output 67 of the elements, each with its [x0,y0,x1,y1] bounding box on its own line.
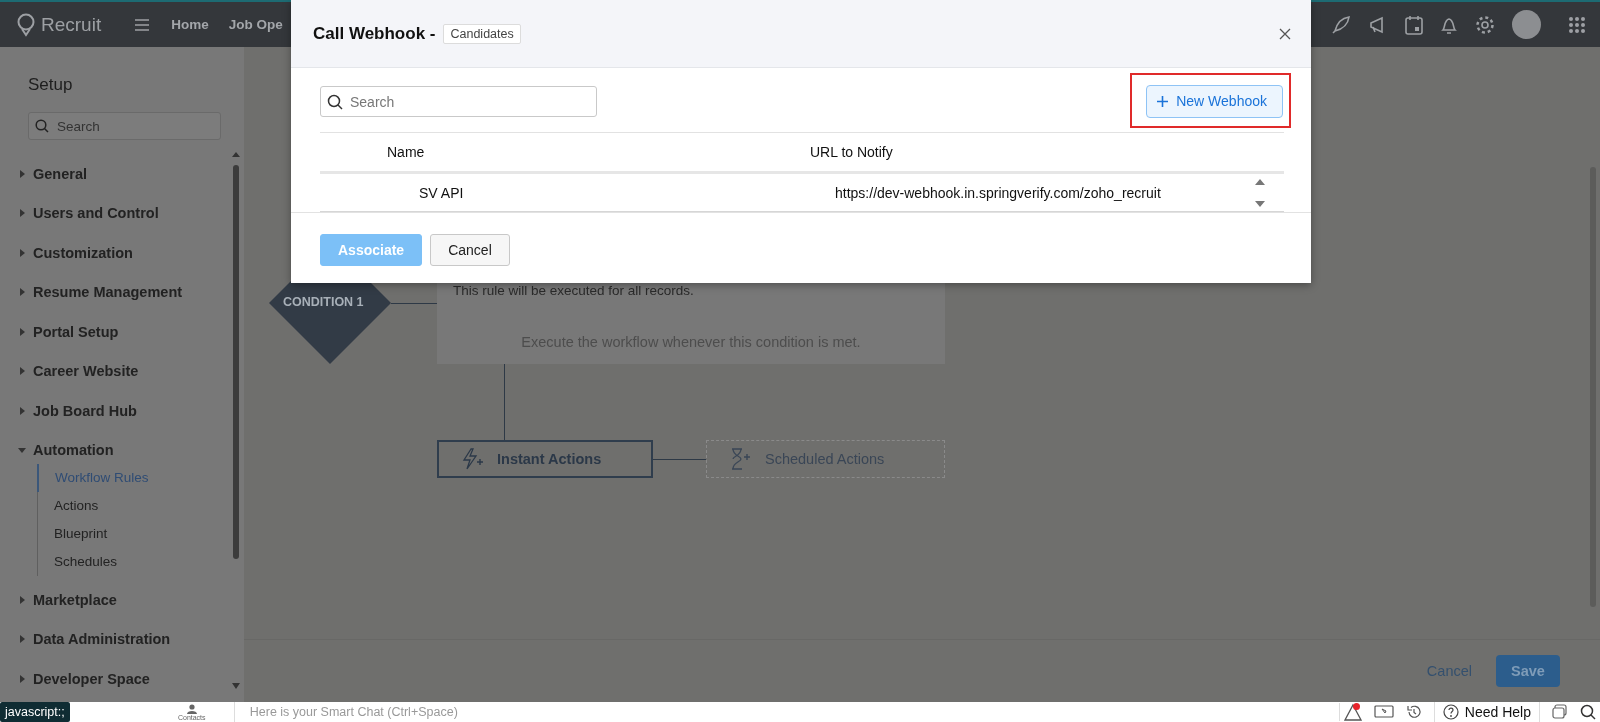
cancel-button[interactable]: Cancel [430,234,510,266]
caret-right-icon[interactable] [17,634,27,645]
plus-icon [1157,95,1169,107]
sidebar-item[interactable]: Developer Space [33,670,150,687]
condition-label: CONDITION 1 [283,295,364,309]
sidebar-item[interactable]: Portal Setup [33,323,119,340]
screen-pointer-icon[interactable] [1373,704,1394,720]
sidebar-item[interactable]: Customization [33,244,133,261]
sidebar-title: Setup [28,75,74,96]
sidebar-subitem[interactable]: Actions [38,492,244,520]
search-field[interactable]: Search [320,86,597,117]
caret-right-icon[interactable] [17,405,27,416]
table-cell-text: https://dev-webhook.in.springverify.com/zoho_recruit [834,184,1162,201]
column-header: URL to Notify [809,144,894,160]
scroll-arrows-icon[interactable] [1254,177,1266,208]
sidebar-item[interactable]: Data Administration [33,631,171,648]
search-icon [35,119,49,133]
new-webhook-button[interactable]: New Webhook [1146,84,1283,118]
chat-icon[interactable] [1552,704,1568,720]
sidebar-subitem[interactable]: Schedules [38,548,244,576]
sidebar-item[interactable]: Job Board Hub [33,402,137,419]
search-icon[interactable] [1580,704,1596,720]
caret-right-icon[interactable] [17,673,27,684]
sidebar-item[interactable]: Users and Control [33,205,159,222]
sidebar-item[interactable]: Career Website [33,363,139,380]
caret-right-icon[interactable] [17,247,27,258]
history-icon[interactable] [1405,704,1422,720]
need-help-button[interactable]: Need Help [1433,702,1540,722]
module-tag: Candidates [443,23,521,44]
sidebar-subitem[interactable]: Blueprint [38,520,244,548]
caret-right-icon[interactable] [17,366,27,377]
sidebar-item[interactable]: General [33,165,87,182]
caret-right-icon[interactable] [17,594,27,605]
help-icon [1442,704,1459,720]
scrollbar[interactable] [231,151,241,691]
caret-right-icon[interactable] [17,208,27,219]
caret-right-icon[interactable] [17,168,27,179]
close-icon[interactable] [1279,27,1291,40]
condition-summary: This rule will be executed for all records. [453,283,694,298]
user-avatar[interactable] [1512,10,1541,39]
apps-grid-icon[interactable] [1568,15,1586,34]
person-icon [186,703,197,714]
hourglass-plus-icon [729,448,751,470]
location-pin-icon [15,12,37,37]
table-cell-text: SV API [418,184,465,201]
instant-actions-node[interactable]: Instant Actions [437,440,653,478]
nav-tab[interactable]: Job Ope [228,17,283,32]
sidebar-item[interactable]: Automation [33,442,114,459]
warning-icon[interactable] [1343,703,1362,721]
sidebar-item[interactable]: Resume Management [33,284,183,301]
app-name: Recruit [41,13,102,36]
save-button[interactable]: Save [1496,655,1560,687]
search-field[interactable]: Search [28,112,221,140]
menu-icon[interactable] [135,18,150,31]
dialog-title: Call Webhook - [313,23,436,44]
sidebar-item[interactable]: Marketplace [33,591,117,608]
calendar-icon[interactable] [1405,14,1423,35]
nav-tab[interactable]: Home [171,17,209,32]
column-header: Name [386,144,426,160]
settings-icon[interactable] [1475,14,1495,35]
caret-right-icon[interactable] [17,326,27,337]
smart-chat-field[interactable]: Here is your Smart Chat (Ctrl+Space) [233,702,458,722]
associate-button[interactable]: Associate [320,234,423,266]
lightning-plus-icon [461,448,483,470]
search-icon [327,94,343,110]
caret-right-icon[interactable] [17,287,27,298]
link-tooltip: javascript:; [0,702,70,722]
